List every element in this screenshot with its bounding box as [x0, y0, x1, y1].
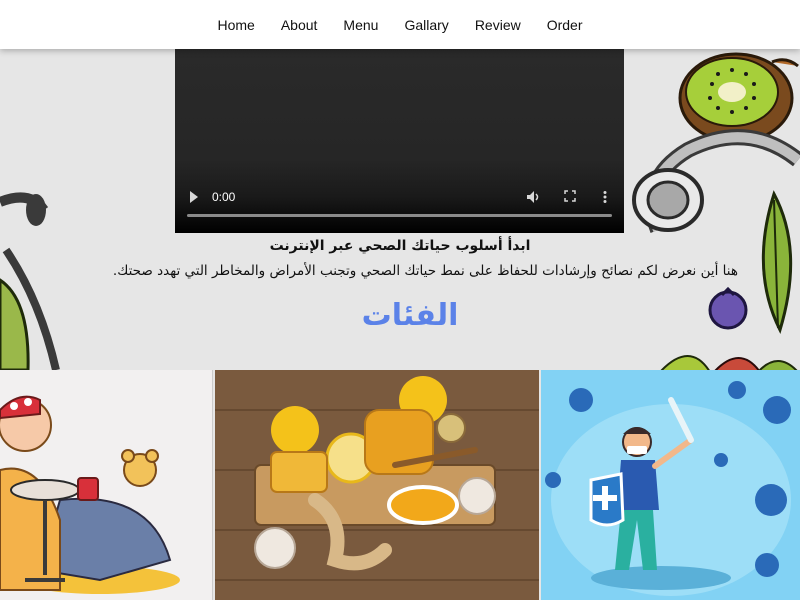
categories-heading: الفئات: [361, 298, 459, 333]
left-stethoscope-illustration: [0, 192, 60, 370]
sick-person-illustration: [0, 395, 180, 594]
nav-about[interactable]: About: [281, 17, 318, 33]
top-navbar: Home About Menu Gallary Review Order: [0, 0, 800, 49]
category-card-natural-remedies[interactable]: [215, 370, 539, 600]
fullscreen-icon[interactable]: [564, 190, 576, 202]
video-time: 0:00: [212, 190, 236, 204]
category-card-immunity[interactable]: [541, 370, 800, 600]
more-options-icon[interactable]: [603, 190, 607, 204]
virus-protection-illustration: [541, 370, 800, 600]
play-icon[interactable]: [189, 190, 199, 204]
video-progress-bar[interactable]: [187, 214, 612, 217]
category-card-sick[interactable]: [0, 370, 213, 600]
hero-title: ابدأ أسلوب حياتك الصحي عبر الإنترنت: [269, 238, 531, 254]
nav-order[interactable]: Order: [547, 17, 583, 33]
video-player[interactable]: 0:00: [175, 49, 624, 233]
hero-description: هنا أين نعرض لكم نصائح وإرشادات للحفاظ ع…: [112, 263, 738, 279]
categories-grid: [0, 370, 800, 600]
honey-ginger-photo: [215, 370, 539, 600]
nav-menu[interactable]: Menu: [343, 17, 378, 33]
nav-review[interactable]: Review: [475, 17, 521, 33]
bottom-leaves-illustration: [660, 355, 798, 370]
nav-gallary[interactable]: Gallary: [404, 17, 448, 33]
nav-home[interactable]: Home: [217, 17, 254, 33]
volume-icon[interactable]: [526, 190, 542, 204]
